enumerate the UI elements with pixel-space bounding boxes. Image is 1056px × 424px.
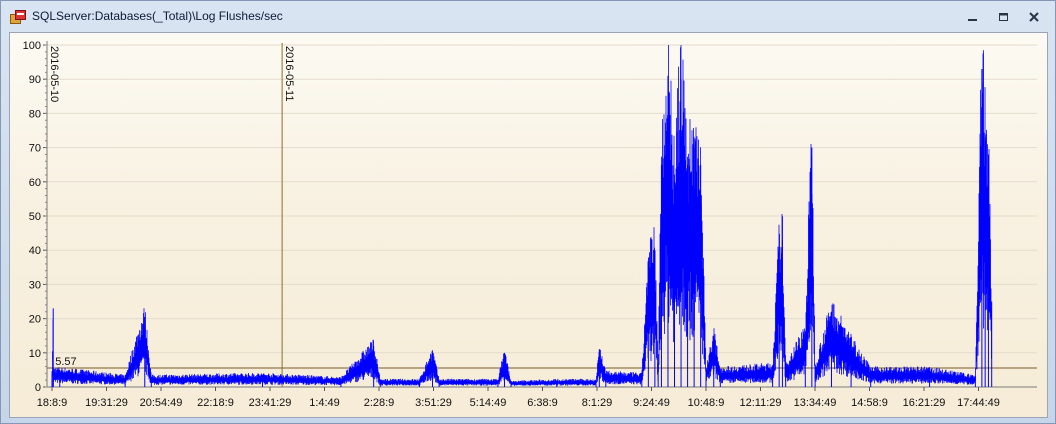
window-title: SQLServer:Databases(_Total)\Log Flushes/… bbox=[32, 9, 283, 23]
x-tick-label: 1:4:49 bbox=[309, 397, 340, 409]
x-tick-label: 10:48:9 bbox=[688, 397, 725, 409]
x-tick-label: 17:44:49 bbox=[957, 397, 1000, 409]
restore-icon bbox=[999, 13, 1008, 21]
y-tick-label: 10 bbox=[29, 348, 41, 360]
minimize-button[interactable] bbox=[963, 9, 983, 25]
chart-app-icon bbox=[10, 10, 26, 24]
y-tick-label: 70 bbox=[29, 143, 41, 155]
x-tick-label: 14:58:9 bbox=[851, 397, 888, 409]
series-trace bbox=[51, 45, 992, 386]
x-tick-label: 18:8:9 bbox=[37, 397, 68, 409]
y-tick-label: 80 bbox=[29, 108, 41, 120]
chart-area: 0 10 20 30 40 50 60 70 80 90 100 18:8:9 19:31:29 20:5… bbox=[9, 32, 1048, 418]
x-tick-label: 23:41:29 bbox=[249, 397, 292, 409]
close-icon bbox=[1029, 12, 1039, 22]
chart-window: SQLServer:Databases(_Total)\Log Flushes/… bbox=[0, 0, 1056, 424]
close-button[interactable] bbox=[1024, 9, 1044, 25]
y-tick-label: 90 bbox=[29, 74, 41, 86]
x-tick-label: 22:18:9 bbox=[197, 397, 234, 409]
line-chart: 0 10 20 30 40 50 60 70 80 90 100 18:8:9 19:31:29 20:5… bbox=[23, 40, 1037, 409]
restore-button[interactable] bbox=[994, 9, 1014, 25]
x-tick-label: 19:31:29 bbox=[85, 397, 128, 409]
x-tick-label: 16:21:29 bbox=[903, 397, 946, 409]
date-marker-label: 2016-05-11 bbox=[283, 46, 295, 101]
minimize-icon bbox=[968, 19, 977, 21]
y-tick-label: 0 bbox=[35, 382, 41, 394]
x-tick-label: 2:28:9 bbox=[364, 397, 395, 409]
y-tick-label: 20 bbox=[29, 314, 41, 326]
date-marker-label: 2016-05-10 bbox=[48, 46, 60, 102]
x-tick-label: 8:1:29 bbox=[582, 397, 613, 409]
x-tick-label: 3:51:29 bbox=[415, 397, 452, 409]
y-tick-label: 60 bbox=[29, 177, 41, 189]
y-tick-label: 50 bbox=[29, 211, 41, 223]
title-bar[interactable]: SQLServer:Databases(_Total)\Log Flushes/… bbox=[1, 1, 1055, 32]
y-tick-label: 40 bbox=[29, 245, 41, 257]
y-tick-label: 30 bbox=[29, 279, 41, 291]
y-tick-label: 100 bbox=[23, 40, 41, 52]
x-tick-label: 20:54:49 bbox=[140, 397, 183, 409]
x-tick-label: 5:14:49 bbox=[470, 397, 507, 409]
average-label: 5.57 bbox=[55, 356, 76, 368]
x-tick-label: 9:24:49 bbox=[633, 397, 670, 409]
x-tick-label: 13:34:49 bbox=[794, 397, 837, 409]
x-tick-label: 6:38:9 bbox=[527, 397, 558, 409]
x-tick-label: 12:11:29 bbox=[739, 397, 781, 409]
